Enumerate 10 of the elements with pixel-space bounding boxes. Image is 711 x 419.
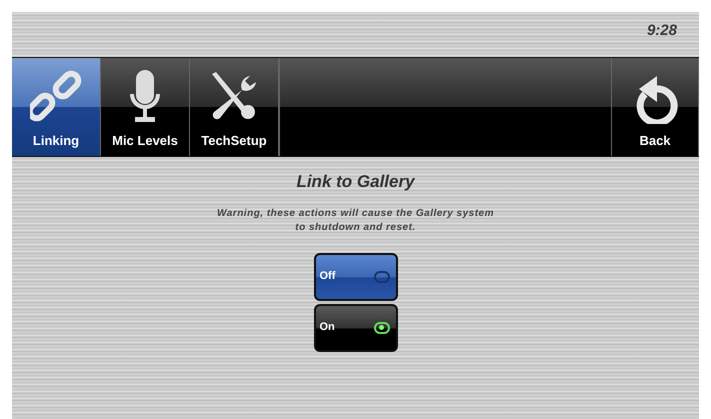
back-button[interactable]: Back — [611, 58, 699, 156]
clock: 9:28 — [646, 21, 677, 41]
toggle-option-button[interactable]: Off — [314, 252, 398, 300]
chain-link-icon — [30, 70, 82, 122]
nav-tab[interactable]: Mic Levels — [101, 58, 190, 156]
toggle-option-button[interactable]: On — [314, 304, 398, 352]
nav-tab[interactable]: Linking — [12, 58, 101, 156]
nav-tab[interactable]: TechSetup — [190, 58, 279, 156]
panel-title: Link to Gallery — [296, 171, 415, 193]
warning-text: Warning, these actions will cause the Gallery system to shutdown and reset. — [216, 206, 496, 234]
